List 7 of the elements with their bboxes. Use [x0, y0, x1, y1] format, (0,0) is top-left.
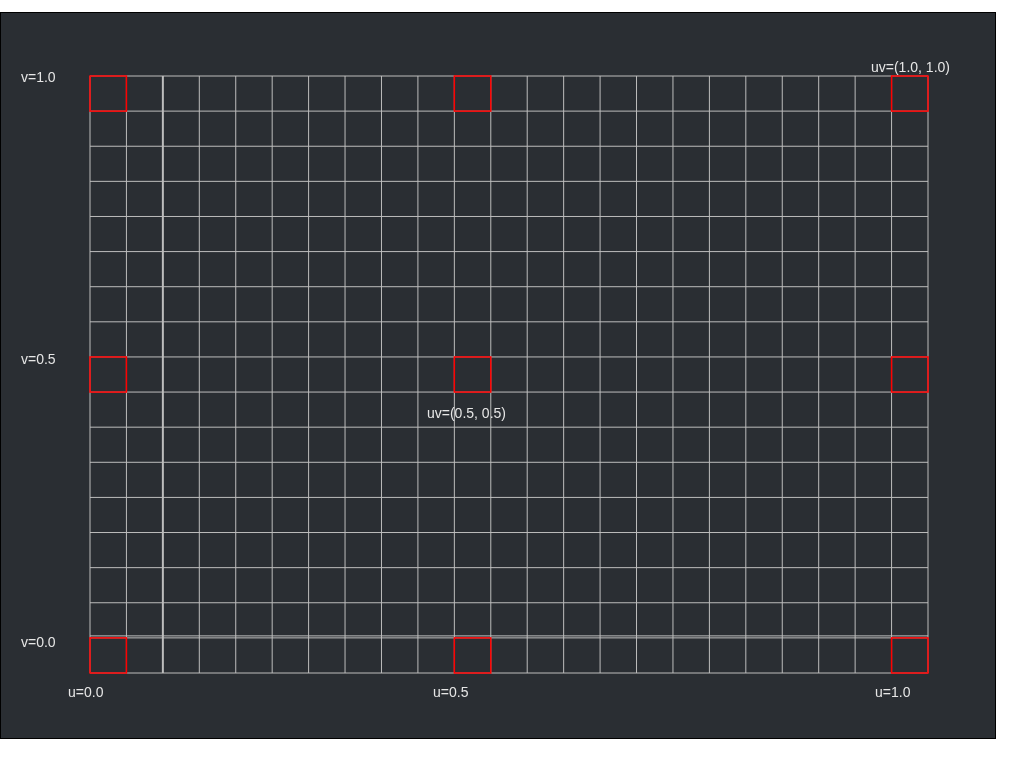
uv-label: v=0.5	[21, 351, 56, 367]
uv-label: v=1.0	[21, 69, 56, 85]
uv-label: u=0.5	[433, 684, 469, 700]
uv-label: v=0.0	[21, 634, 56, 650]
uv-label: u=0.0	[68, 684, 104, 700]
uv-label: u=1.0	[875, 684, 911, 700]
uv-label: uv=(1.0, 1.0)	[871, 59, 950, 75]
